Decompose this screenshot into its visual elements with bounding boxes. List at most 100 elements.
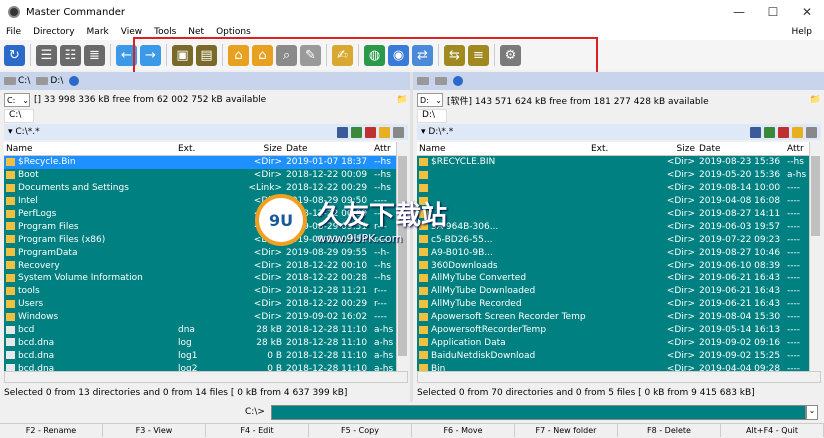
f3-view-button[interactable]: F3 - View — [103, 424, 206, 437]
f6-move-button[interactable]: F6 - Move — [412, 424, 515, 437]
menu-options[interactable]: Options — [210, 27, 257, 37]
minimize-button[interactable]: — — [722, 5, 756, 19]
detail-view-icon[interactable]: ☷ — [60, 44, 81, 66]
menu-file[interactable]: File — [0, 27, 27, 37]
tree-view-icon[interactable]: ≣ — [84, 44, 105, 66]
command-history-dropdown[interactable]: ⌄ — [806, 404, 818, 420]
folder-icon — [6, 222, 15, 231]
table-row[interactable]: Users <Dir> 2018-12-22 00:29 r--- — [4, 298, 396, 311]
f4-edit-button[interactable]: F4 - Edit — [206, 424, 309, 437]
col-size[interactable]: Size — [635, 144, 697, 154]
table-row[interactable]: bcd.dna log 28 kB 2018-12-28 11:10 a-hs — [4, 336, 396, 349]
filter-icon[interactable] — [750, 126, 761, 138]
history-icon[interactable] — [393, 126, 404, 138]
f2-rename-button[interactable]: F2 - Rename — [0, 424, 103, 437]
table-row[interactable]: Windows <Dir> 2019-09-02 16:02 ---- — [4, 311, 396, 324]
row-date: 2019-08-14 10:00 — [699, 183, 781, 194]
f5-copy-button[interactable]: F5 - Copy — [309, 424, 412, 437]
col-attr[interactable]: Attr — [785, 144, 809, 154]
table-row[interactable]: ApowersoftRecorderTemp <Dir> 2019-05-14 16… — [417, 324, 809, 337]
col-name[interactable]: Name — [417, 144, 589, 154]
table-row[interactable]: bcd.dna log1 0 B 2018-12-28 11:10 a-hs — [4, 349, 396, 362]
row-size: <Dir> — [666, 312, 695, 323]
quit-button[interactable]: Alt+F4 - Quit — [721, 424, 824, 437]
menu-view[interactable]: View — [115, 27, 148, 37]
left-path-tab[interactable]: C:\ — [4, 109, 34, 123]
col-size[interactable]: Size — [222, 144, 284, 154]
left-drive-select[interactable]: C: ⌄ — [4, 93, 30, 107]
right-drive-select[interactable]: D: ⌄ — [417, 93, 443, 107]
right-path-tab[interactable]: D:\ — [417, 109, 447, 123]
menu-mark[interactable]: Mark — [81, 27, 115, 37]
drive-d-button[interactable]: D:\ — [36, 76, 63, 86]
menu-net[interactable]: Net — [182, 27, 210, 37]
table-row[interactable]: AllMyTube Downloaded <Dir> 2019-06-21 16:4… — [417, 285, 809, 298]
table-row[interactable]: $Recycle.Bin <Dir> 2019-01-07 18:37 --hs — [4, 156, 396, 169]
folder-icon — [419, 261, 428, 270]
row-date: 2019-06-03 19:57 — [699, 221, 781, 232]
drive-d-button[interactable] — [435, 77, 447, 85]
history-icon[interactable] — [806, 126, 817, 138]
brief-view-icon[interactable]: ☰ — [36, 44, 57, 66]
row-size: <Dir> — [666, 286, 695, 297]
col-date[interactable]: Date — [697, 144, 785, 154]
table-row[interactable]: System Volume Information <Dir> 2018-12-22… — [4, 272, 396, 285]
drive-c-button[interactable]: C:\ — [4, 76, 30, 86]
drive-c-button[interactable] — [417, 77, 429, 85]
new-tab-icon[interactable] — [351, 126, 362, 138]
table-row[interactable]: Apowersoft Screen Recorder Temp <Dir> 2019… — [417, 311, 809, 324]
folder-icon[interactable]: 📁 — [810, 95, 821, 105]
refresh-icon[interactable]: ↻ — [4, 44, 25, 66]
table-row[interactable]: AllMyTube Recorded <Dir> 2019-06-21 16:43-… — [417, 298, 809, 311]
menu-tools[interactable]: Tools — [148, 27, 182, 37]
folder-icon[interactable]: 📁 — [397, 95, 408, 105]
filter-icon[interactable] — [337, 126, 348, 138]
f7-new-folder-button[interactable]: F7 - New folder — [515, 424, 618, 437]
row-attr: --hs — [374, 157, 391, 168]
table-row[interactable]: BaiduNetdiskDownload <Dir> 2019-09-02 15:2… — [417, 349, 809, 362]
right-horizontal-scrollbar[interactable] — [417, 371, 821, 383]
close-tab-icon[interactable] — [365, 126, 376, 138]
table-row[interactable]: bcd.dna log2 0 B 2018-12-28 11:10 a-hs — [4, 362, 396, 371]
right-path[interactable]: ▾ D:\*.* — [421, 127, 453, 137]
table-row[interactable]: Bin <Dir> 2019-04-04 09:28 ---- — [417, 362, 809, 371]
f8-delete-button[interactable]: F8 - Delete — [618, 424, 721, 437]
right-vertical-scrollbar[interactable] — [809, 142, 821, 371]
table-row[interactable]: $RECYCLE.BIN <Dir> 2019-08-23 15:36 --hs — [417, 156, 809, 169]
row-name: Boot — [4, 170, 176, 180]
command-input[interactable] — [271, 404, 806, 420]
row-attr: ---- — [787, 299, 800, 310]
col-date[interactable]: Date — [284, 144, 372, 154]
row-name: Bin — [417, 364, 589, 371]
col-attr[interactable]: Attr — [372, 144, 396, 154]
close-tab-icon[interactable] — [778, 126, 789, 138]
row-name-text: ProgramData — [18, 247, 78, 258]
col-ext[interactable]: Ext. — [589, 144, 635, 154]
favorites-star-icon[interactable] — [792, 126, 803, 138]
folder-icon — [419, 299, 428, 308]
table-row[interactable]: AllMyTube Converted <Dir> 2019-06-21 16:43… — [417, 272, 809, 285]
scroll-thumb[interactable] — [811, 156, 820, 236]
table-row[interactable]: tools <Dir> 2018-12-28 11:21 r--- — [4, 285, 396, 298]
table-row[interactable]: Application Data <Dir> 2019-09-02 09:16 ---… — [417, 336, 809, 349]
maximize-button[interactable]: ☐ — [756, 5, 790, 19]
favorites-star-icon[interactable] — [379, 126, 390, 138]
col-ext[interactable]: Ext. — [176, 144, 222, 154]
close-button[interactable]: ✕ — [790, 5, 824, 19]
network-drive-button[interactable] — [69, 76, 80, 86]
menu-help[interactable]: Help — [785, 27, 818, 37]
table-row[interactable]: 360Downloads <Dir> 2019-06-10 08:39 ---- — [417, 259, 809, 272]
menu-directory[interactable]: Directory — [27, 27, 80, 37]
network-drive-button[interactable] — [453, 76, 463, 86]
new-tab-icon[interactable] — [764, 126, 775, 138]
left-horizontal-scrollbar[interactable] — [4, 371, 408, 383]
table-row[interactable]: Recovery <Dir> 2018-12-22 00:10 --hs — [4, 259, 396, 272]
row-name: AllMyTube Downloaded — [417, 286, 589, 296]
left-path[interactable]: ▾ C:\*.* — [8, 127, 40, 137]
col-name[interactable]: Name — [4, 144, 176, 154]
row-name: AllMyTube Converted — [417, 273, 589, 283]
table-row[interactable]: bcd dna 28 kB 2018-12-28 11:10 a-hs — [4, 324, 396, 337]
folder-icon — [6, 157, 15, 166]
left-free-space: [] 33 998 336 kB free from 62 002 752 kB… — [34, 95, 267, 105]
row-name-text: ApowersoftRecorderTemp — [431, 325, 547, 336]
